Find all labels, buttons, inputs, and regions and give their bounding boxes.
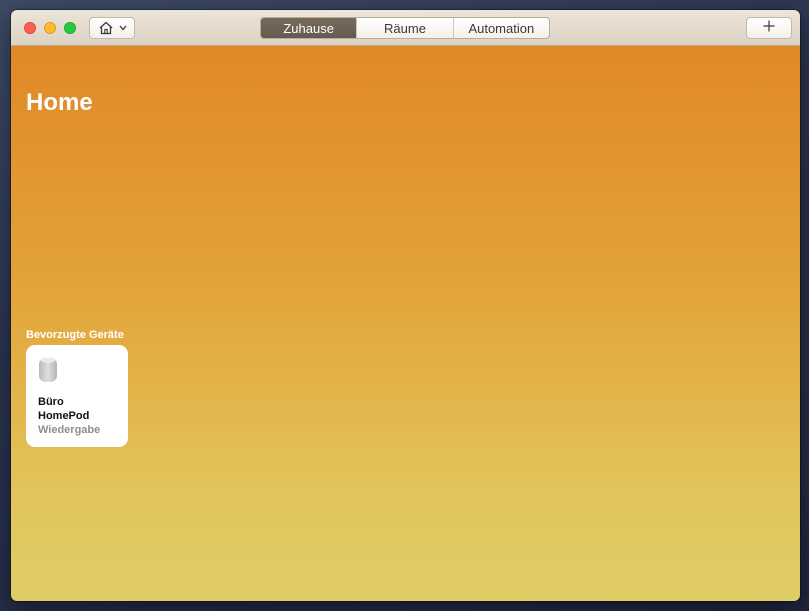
title-bar: Zuhause Räume Automation xyxy=(11,10,800,46)
accessory-name: HomePod xyxy=(38,410,90,422)
add-button[interactable] xyxy=(746,17,792,39)
homepod-icon xyxy=(38,357,58,388)
home-menu-button[interactable] xyxy=(89,17,135,39)
home-content: Home Bevorzugte Geräte Büro HomePod Wied… xyxy=(11,46,800,601)
tab-automation[interactable]: Automation xyxy=(452,18,549,38)
favorites-section-label: Bevorzugte Geräte xyxy=(26,329,124,341)
page-title: Home xyxy=(26,89,93,116)
view-tab-control: Zuhause Räume Automation xyxy=(260,17,550,39)
zoom-window-button[interactable] xyxy=(64,22,76,34)
accessory-room: Büro xyxy=(38,396,64,408)
accessory-tile-homepod[interactable]: Büro HomePod Wiedergabe xyxy=(26,345,128,447)
close-window-button[interactable] xyxy=(24,22,36,34)
home-app-window: Zuhause Räume Automation Home Bevorzugte… xyxy=(11,10,800,601)
plus-icon xyxy=(763,19,775,37)
accessory-status: Wiedergabe xyxy=(38,424,101,436)
minimize-window-button[interactable] xyxy=(44,22,56,34)
tab-zuhause[interactable]: Zuhause xyxy=(261,18,357,38)
house-icon xyxy=(98,21,114,35)
tab-raeume[interactable]: Räume xyxy=(356,18,452,38)
chevron-down-icon xyxy=(119,25,127,31)
